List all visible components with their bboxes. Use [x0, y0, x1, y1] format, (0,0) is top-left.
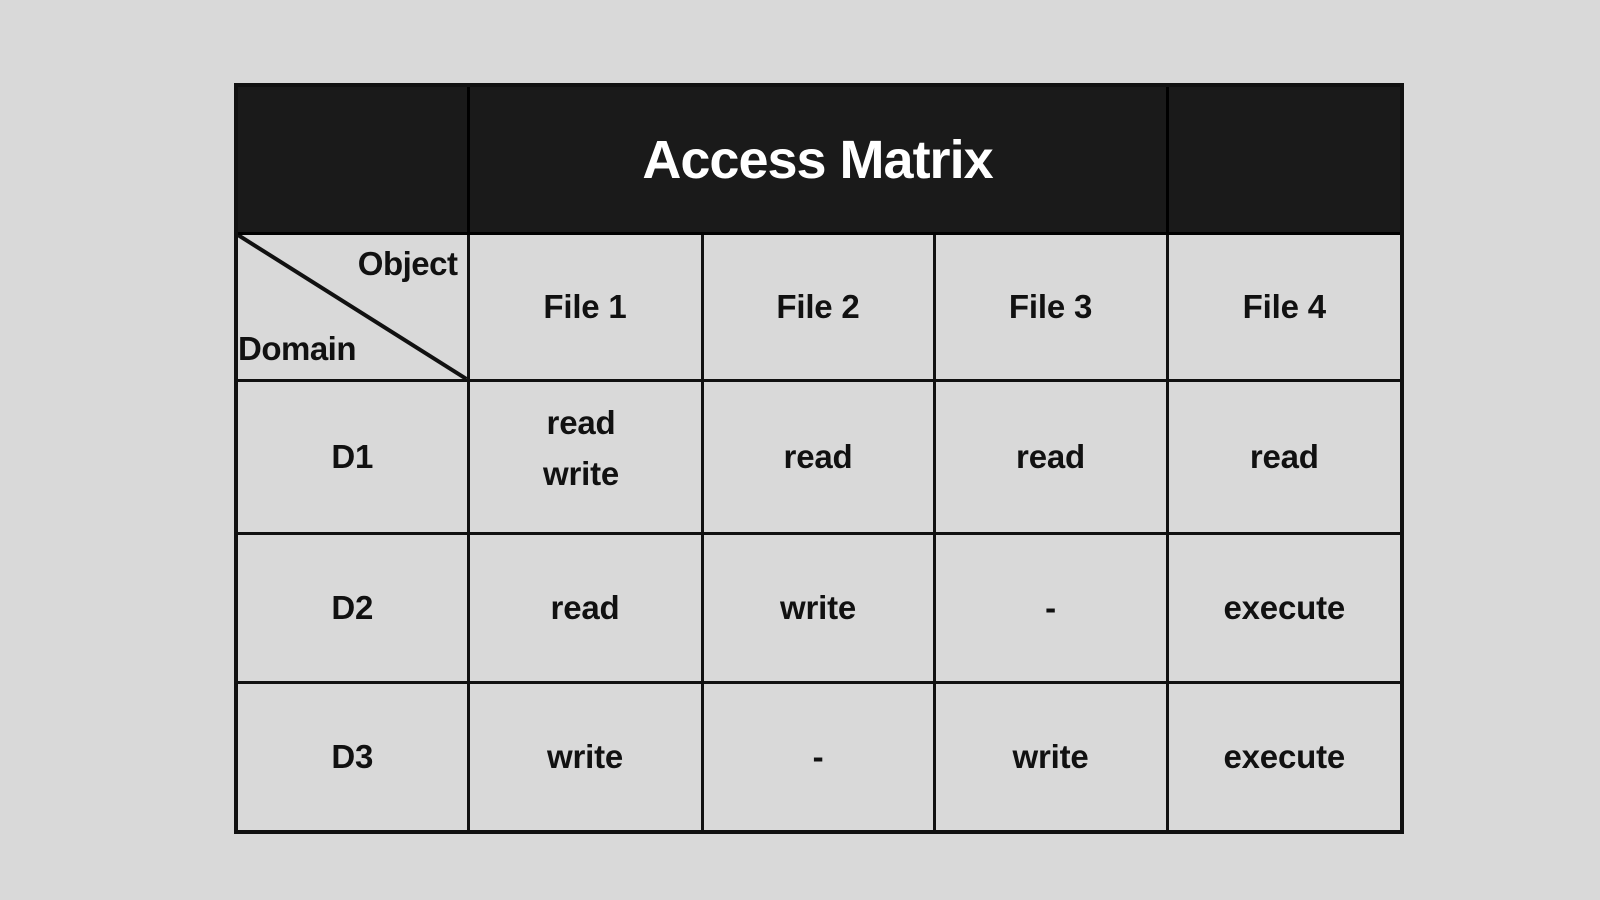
cell-d1-file-1: read write	[466, 379, 704, 535]
cell-d3-file-2: -	[700, 681, 936, 834]
axis-corner-cell: Object Domain	[234, 232, 470, 382]
cell-d2-file-2: write	[700, 532, 936, 684]
cell-d2-file-4: execute	[1165, 532, 1404, 684]
cell-line: read	[546, 403, 616, 441]
axis-label-domain: Domain	[238, 330, 357, 367]
title-spacer-right	[1167, 85, 1403, 235]
cell-d1-file-3: read	[932, 379, 1169, 535]
access-matrix-container: Access Matrix Object Domain File 1 File	[234, 83, 1405, 834]
row-header-d2: D2	[234, 532, 470, 684]
cell-d3-file-4: execute	[1165, 681, 1404, 834]
page-title: Access Matrix	[642, 129, 993, 190]
cell-d3-file-3: write	[932, 681, 1169, 834]
title-cell: Access Matrix	[466, 85, 1169, 235]
column-header-file-2: File 2	[700, 232, 936, 382]
cell-d2-file-3: -	[932, 532, 1169, 684]
row-header-d3: D3	[234, 681, 470, 834]
column-header-file-3: File 3	[932, 232, 1169, 382]
table-row: D2 read write - execute	[234, 532, 1404, 684]
cell-d1-file-4: read	[1165, 379, 1404, 535]
title-spacer-left	[236, 85, 468, 235]
title-row: Access Matrix	[236, 85, 1403, 235]
column-header-file-4: File 4	[1165, 232, 1404, 382]
table-row: D3 write - write execute	[234, 681, 1404, 834]
cell-d1-file-2: read	[700, 379, 936, 535]
cell-line: write	[542, 455, 620, 492]
access-matrix-table: Access Matrix Object Domain File 1 File	[234, 83, 1405, 834]
column-header-file-1: File 1	[466, 232, 704, 382]
column-header-row: Object Domain File 1 File 2 File 3 File …	[234, 232, 1404, 382]
row-header-d1: D1	[234, 379, 470, 535]
axis-label-object: Object	[357, 245, 458, 282]
cell-d2-file-1: read	[466, 532, 704, 684]
table-row: D1 read write read read read	[234, 379, 1404, 535]
cell-d3-file-1: write	[466, 681, 704, 834]
